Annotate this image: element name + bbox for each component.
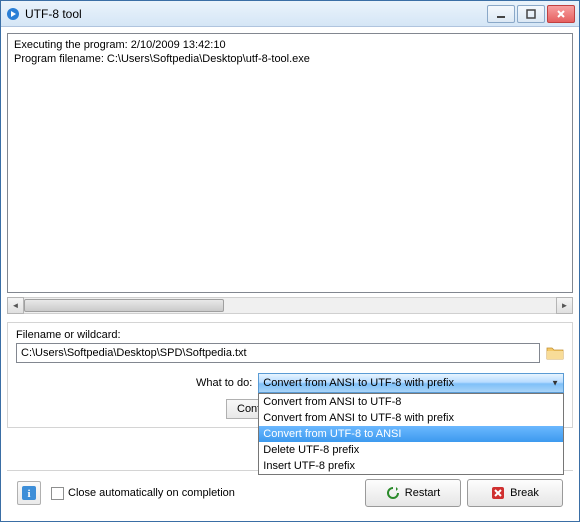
window-controls — [487, 5, 575, 23]
close-button[interactable] — [547, 5, 575, 23]
what-to-do-label: What to do: — [196, 377, 252, 389]
filename-label: Filename or wildcard: — [16, 329, 564, 341]
restart-icon — [386, 486, 400, 500]
combo-selected-text: Convert from ANSI to UTF-8 with prefix — [263, 377, 454, 389]
close-auto-label: Close automatically on completion — [68, 487, 235, 499]
log-line: Executing the program: 2/10/2009 13:42:1… — [14, 38, 566, 52]
restart-button[interactable]: Restart — [365, 479, 461, 507]
filename-row — [16, 343, 564, 363]
scroll-thumb[interactable] — [24, 299, 224, 312]
info-button[interactable]: i — [17, 481, 41, 505]
chevron-down-icon: ▼ — [551, 379, 559, 388]
dropdown-item[interactable]: Convert from ANSI to UTF-8 with prefix — [259, 410, 563, 426]
what-to-do-combobox[interactable]: Convert from ANSI to UTF-8 with prefix ▼ — [258, 373, 564, 393]
app-icon — [5, 6, 21, 22]
log-line: Program filename: C:\Users\Softpedia\Des… — [14, 52, 566, 66]
scroll-track[interactable] — [24, 297, 556, 314]
scroll-left-arrow[interactable]: ◄ — [7, 297, 24, 314]
break-button[interactable]: Break — [467, 479, 563, 507]
horizontal-scrollbar[interactable]: ◄ ► — [7, 297, 573, 314]
what-to-do-dropdown: Convert from ANSI to UTF-8Convert from A… — [258, 393, 564, 475]
app-window: UTF-8 tool Executing the program: 2/10/2… — [0, 0, 580, 522]
log-output: Executing the program: 2/10/2009 13:42:1… — [7, 33, 573, 293]
dropdown-item[interactable]: Delete UTF-8 prefix — [259, 442, 563, 458]
close-auto-wrap: Close automatically on completion — [51, 487, 235, 500]
minimize-button[interactable] — [487, 5, 515, 23]
what-to-do-row: What to do: Convert from ANSI to UTF-8 w… — [16, 373, 564, 393]
maximize-button[interactable] — [517, 5, 545, 23]
bottom-bar: i Close automatically on completion Rest… — [7, 470, 573, 515]
dropdown-item[interactable]: Insert UTF-8 prefix — [259, 458, 563, 474]
filename-input[interactable] — [16, 343, 540, 363]
break-icon — [491, 486, 505, 500]
break-label: Break — [510, 487, 539, 499]
what-to-do-combo-wrap: Convert from ANSI to UTF-8 with prefix ▼… — [258, 373, 564, 393]
dropdown-item[interactable]: Convert from UTF-8 to ANSI — [259, 426, 563, 442]
dropdown-item[interactable]: Convert from ANSI to UTF-8 — [259, 394, 563, 410]
restart-label: Restart — [405, 487, 440, 499]
close-auto-checkbox[interactable] — [51, 487, 64, 500]
titlebar[interactable]: UTF-8 tool — [1, 1, 579, 27]
scroll-right-arrow[interactable]: ► — [556, 297, 573, 314]
file-group: Filename or wildcard: What to do: Conver… — [7, 322, 573, 428]
browse-folder-icon[interactable] — [546, 345, 564, 361]
window-title: UTF-8 tool — [25, 7, 487, 21]
content-area: Executing the program: 2/10/2009 13:42:1… — [1, 27, 579, 521]
svg-text:i: i — [27, 488, 30, 500]
